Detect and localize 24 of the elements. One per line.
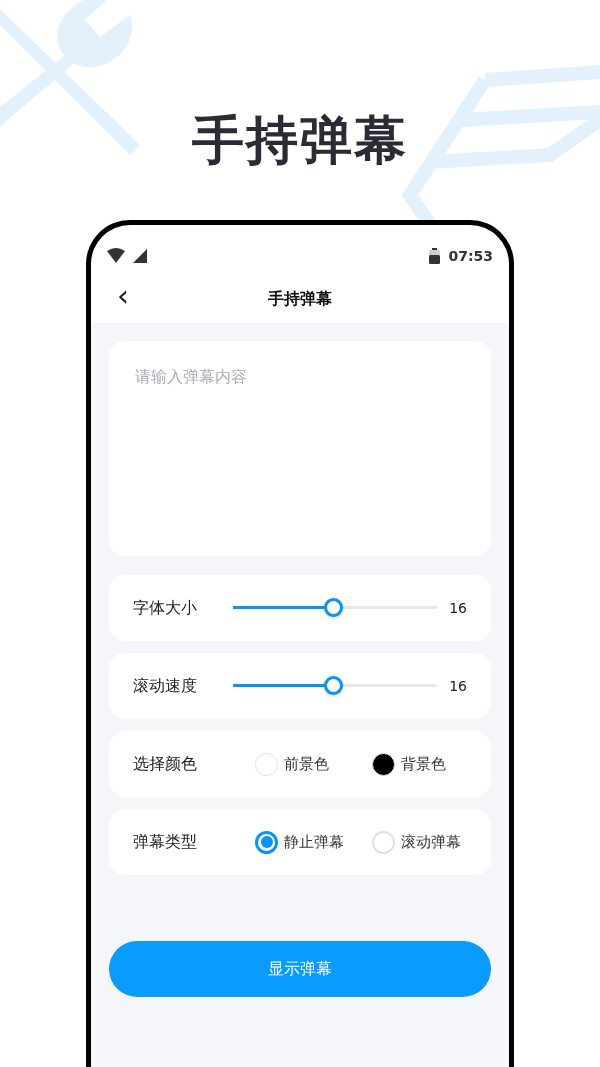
slider-thumb[interactable] xyxy=(323,676,343,695)
status-time: 07:53 xyxy=(448,246,493,266)
slider-thumb[interactable] xyxy=(323,598,343,617)
slider-value: 16 xyxy=(448,676,467,696)
message-field[interactable]: 请输入弹幕内容 xyxy=(109,341,491,556)
option-label[interactable]: 静止弹幕 xyxy=(284,830,344,854)
option-label[interactable]: 滚动弹幕 xyxy=(401,830,461,854)
back-button[interactable]: ‹ xyxy=(113,281,133,311)
page-title: 手持弹幕 xyxy=(268,288,332,310)
color-swatch[interactable] xyxy=(372,752,395,776)
battery-icon xyxy=(429,248,441,264)
slider[interactable] xyxy=(233,597,437,619)
setting-label: 弹幕类型 xyxy=(133,831,198,853)
setting-label: 字体大小 xyxy=(133,597,198,619)
slider[interactable] xyxy=(233,675,437,697)
option-label[interactable]: 背景色 xyxy=(401,752,446,776)
headline: 手持弹幕 xyxy=(192,109,408,172)
slider-value: 16 xyxy=(448,598,467,618)
radio-button[interactable] xyxy=(255,830,278,854)
signal-icon xyxy=(107,248,149,264)
option-label[interactable]: 前景色 xyxy=(284,752,329,776)
setting-label: 滚动速度 xyxy=(133,675,198,697)
color-swatch[interactable] xyxy=(255,752,278,776)
setting-label: 选择颜色 xyxy=(133,753,198,775)
